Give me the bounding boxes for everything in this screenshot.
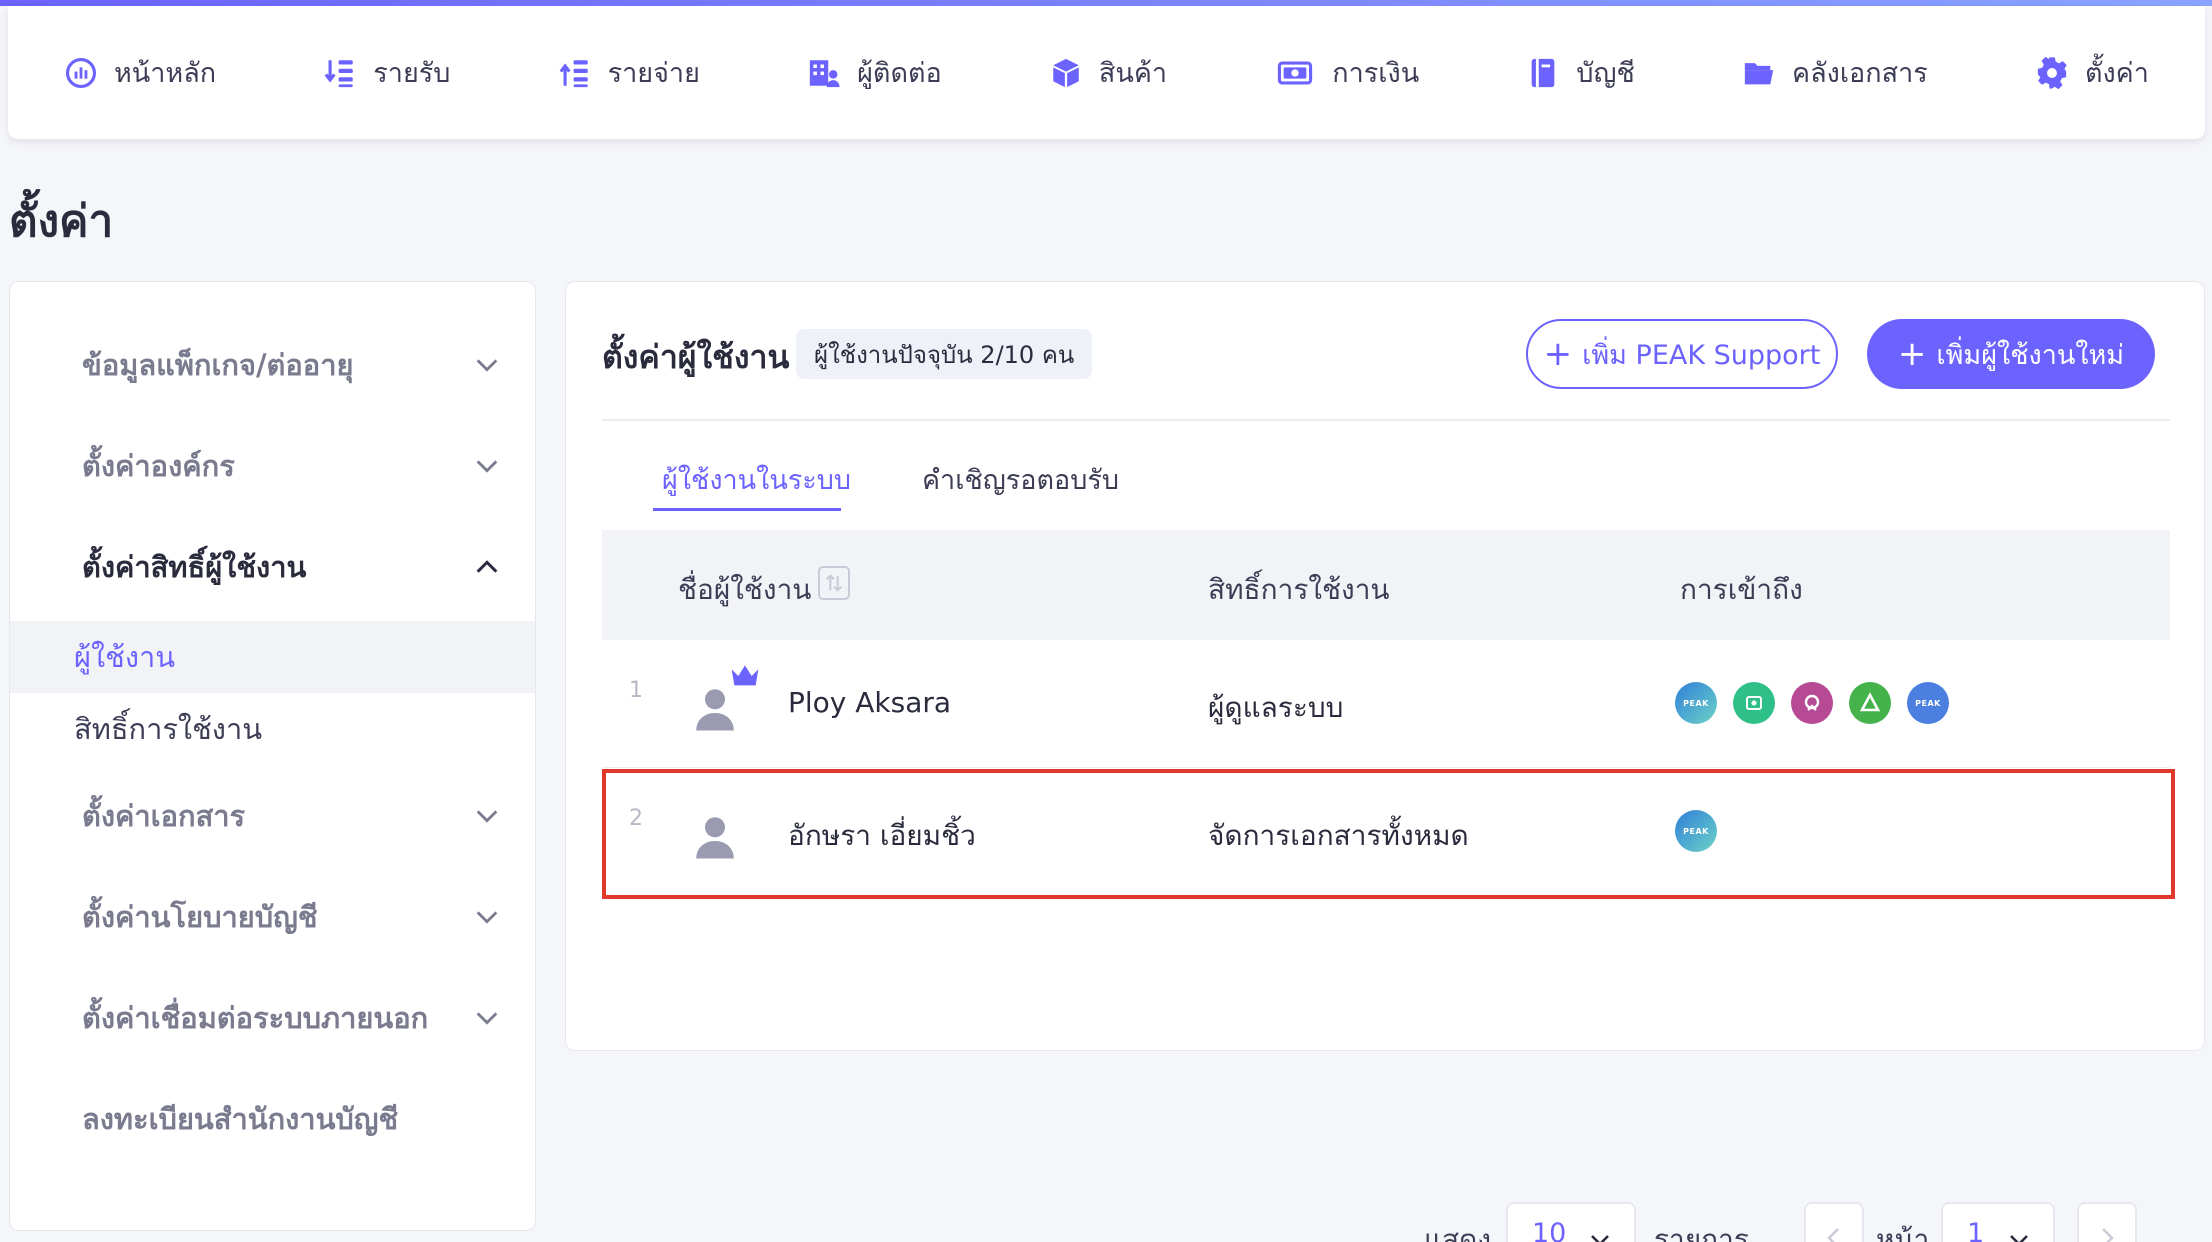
sidebar-item-register-accounting-firm[interactable]: ลงทะเบียนสำนักงานบัญชี	[10, 1084, 535, 1154]
page-title: ตั้งค่า	[9, 196, 114, 247]
peak-pos-app-icon	[1791, 682, 1833, 724]
column-header-username: ชื่อผู้ใช้งาน	[678, 573, 812, 606]
pagination-show-label: แสดง	[1424, 1223, 1491, 1242]
page-value: 1	[1967, 1218, 1985, 1242]
chevron-left-icon	[1827, 1228, 1839, 1242]
row-highlight-box	[602, 769, 2175, 899]
sidebar-group-integrations[interactable]: ตั้งค่าเชื่อมต่อระบบภายนอก	[10, 983, 535, 1053]
sidebar-group-label: ตั้งค่าเอกสาร	[82, 799, 246, 833]
expense-icon	[559, 59, 588, 87]
gear-icon	[2037, 56, 2067, 89]
sidebar-group-label: ตั้งค่าองค์กร	[82, 449, 235, 483]
nav-item-label: รายรับ	[373, 58, 451, 89]
peak-asset-app-icon	[1849, 682, 1891, 724]
nav-item-documents[interactable]: คลังเอกสาร	[1742, 51, 1928, 94]
chevron-down-icon	[2010, 1235, 2028, 1242]
per-page-value: 10	[1532, 1218, 1567, 1242]
previous-page-button[interactable]	[1804, 1202, 1864, 1242]
settings-sidebar: ข้อมูลแพ็กเกจ/ต่ออายุ ตั้งค่าองค์กร ตั้ง…	[9, 281, 536, 1231]
plus-icon: +	[1897, 334, 1927, 374]
nav-item-label: บัญชี	[1576, 58, 1635, 89]
income-icon	[324, 59, 354, 87]
sidebar-group-user-permissions[interactable]: ตั้งค่าสิทธิ์ผู้ใช้งาน	[10, 532, 535, 602]
card-title: ตั้งค่าผู้ใช้งาน	[602, 338, 790, 376]
contacts-icon	[809, 59, 840, 87]
user-name: Ploy Aksara	[788, 686, 952, 719]
sidebar-group-label: ลงทะเบียนสำนักงานบัญชี	[82, 1102, 399, 1136]
sidebar-group-label: ตั้งค่านโยบายบัญชี	[82, 900, 318, 934]
book-icon	[1532, 58, 1555, 87]
chevron-down-icon	[476, 460, 498, 473]
nav-item-label: รายจ่าย	[607, 58, 700, 89]
user-count-badge: ผู้ใช้งานปัจจุบัน 2/10 คน	[796, 329, 1093, 379]
table-header: ชื่อผู้ใช้งาน สิทธิ์การใช้งาน การเข้าถึง	[602, 530, 2170, 640]
nav-item-label: สินค้า	[1098, 58, 1168, 89]
sidebar-group-package[interactable]: ข้อมูลแพ็กเกจ/ต่ออายุ	[10, 330, 535, 400]
nav-item-home[interactable]: หน้าหลัก	[64, 51, 216, 94]
add-peak-support-button[interactable]: + เพิ่ม PEAK Support	[1526, 319, 1838, 389]
nav-item-income[interactable]: รายรับ	[323, 51, 450, 94]
button-label: เพิ่มผู้ใช้งานใหม่	[1936, 339, 2125, 371]
money-icon	[1278, 61, 1313, 84]
per-page-select[interactable]: 10	[1506, 1202, 1636, 1242]
sidebar-item-users[interactable]: ผู้ใช้งาน	[10, 621, 535, 693]
peak-payroll-app-icon: PEAK	[1907, 682, 1949, 724]
folder-icon	[1744, 62, 1774, 84]
dashboard-icon	[65, 57, 97, 88]
pagination-items-label: รายการ	[1654, 1223, 1749, 1242]
nav-item-settings[interactable]: ตั้งค่า	[2035, 51, 2149, 94]
nav-item-accounting[interactable]: บัญชี	[1526, 51, 1635, 94]
sidebar-group-label: ข้อมูลแพ็กเกจ/ต่ออายุ	[82, 348, 354, 382]
tab-pending-invitations[interactable]: คำเชิญรอตอบรับ	[922, 458, 1119, 516]
table-row[interactable]: 1 Ploy Aksara ผู้ดูแลระบบ PEAK PEAK	[602, 640, 2170, 768]
chevron-down-icon	[476, 810, 498, 823]
chevron-down-icon	[476, 911, 498, 924]
nav-item-products[interactable]: สินค้า	[1049, 51, 1167, 94]
nav-item-finance[interactable]: การเงิน	[1274, 51, 1419, 94]
column-header-permission: สิทธิ์การใช้งาน	[1208, 573, 1390, 606]
add-user-button[interactable]: + เพิ่มผู้ใช้งานใหม่	[1867, 319, 2155, 389]
sidebar-item-permissions[interactable]: สิทธิ์การใช้งาน	[10, 693, 535, 765]
sidebar-group-label: ตั้งค่าสิทธิ์ผู้ใช้งาน	[82, 550, 307, 584]
peak-app-icon: PEAK	[1675, 682, 1717, 724]
sort-icon[interactable]	[818, 566, 850, 600]
nav-item-expense[interactable]: รายจ่าย	[558, 51, 700, 94]
chevron-down-icon	[1591, 1235, 1609, 1242]
top-navbar: หน้าหลัก รายรับ รายจ่าย ผู้ติดต่อ สินค้า…	[8, 6, 2205, 139]
sidebar-group-label: ตั้งค่าเชื่อมต่อระบบภายนอก	[82, 1001, 429, 1035]
chevron-down-icon	[476, 359, 498, 372]
nav-item-label: ตั้งค่า	[2084, 58, 2149, 89]
sidebar-group-documents[interactable]: ตั้งค่าเอกสาร	[10, 781, 535, 851]
row-number: 1	[629, 678, 643, 703]
app-access-list: PEAK PEAK	[1675, 682, 1949, 724]
next-page-button[interactable]	[2077, 1202, 2137, 1242]
nav-item-label: การเงิน	[1332, 58, 1420, 89]
user-role: ผู้ดูแลระบบ	[1208, 691, 1344, 724]
nav-item-label: คลังเอกสาร	[1792, 58, 1928, 89]
button-label: เพิ่ม PEAK Support	[1582, 339, 1821, 371]
plus-icon: +	[1543, 334, 1573, 374]
user-settings-card: ตั้งค่าผู้ใช้งาน ผู้ใช้งานปัจจุบัน 2/10 …	[565, 281, 2205, 1242]
active-tab-indicator	[653, 508, 841, 511]
chevron-up-icon	[476, 560, 498, 573]
sidebar-group-accounting-policy[interactable]: ตั้งค่านโยบายบัญชี	[10, 882, 535, 952]
header-divider	[602, 419, 2170, 421]
peak-receipt-app-icon	[1733, 682, 1775, 724]
nav-item-contacts[interactable]: ผู้ติดต่อ	[807, 51, 942, 94]
crown-icon	[731, 665, 759, 686]
box-icon	[1053, 58, 1079, 87]
nav-item-label: หน้าหลัก	[114, 58, 217, 89]
chevron-right-icon	[2102, 1228, 2114, 1242]
column-header-access: การเข้าถึง	[1680, 573, 1803, 606]
chevron-down-icon	[476, 1012, 498, 1025]
sidebar-group-organization[interactable]: ตั้งค่าองค์กร	[10, 431, 535, 501]
pagination-page-label: หน้า	[1876, 1223, 1930, 1242]
avatar	[679, 665, 759, 744]
page-select[interactable]: 1	[1941, 1202, 2055, 1242]
nav-item-label: ผู้ติดต่อ	[857, 58, 942, 89]
